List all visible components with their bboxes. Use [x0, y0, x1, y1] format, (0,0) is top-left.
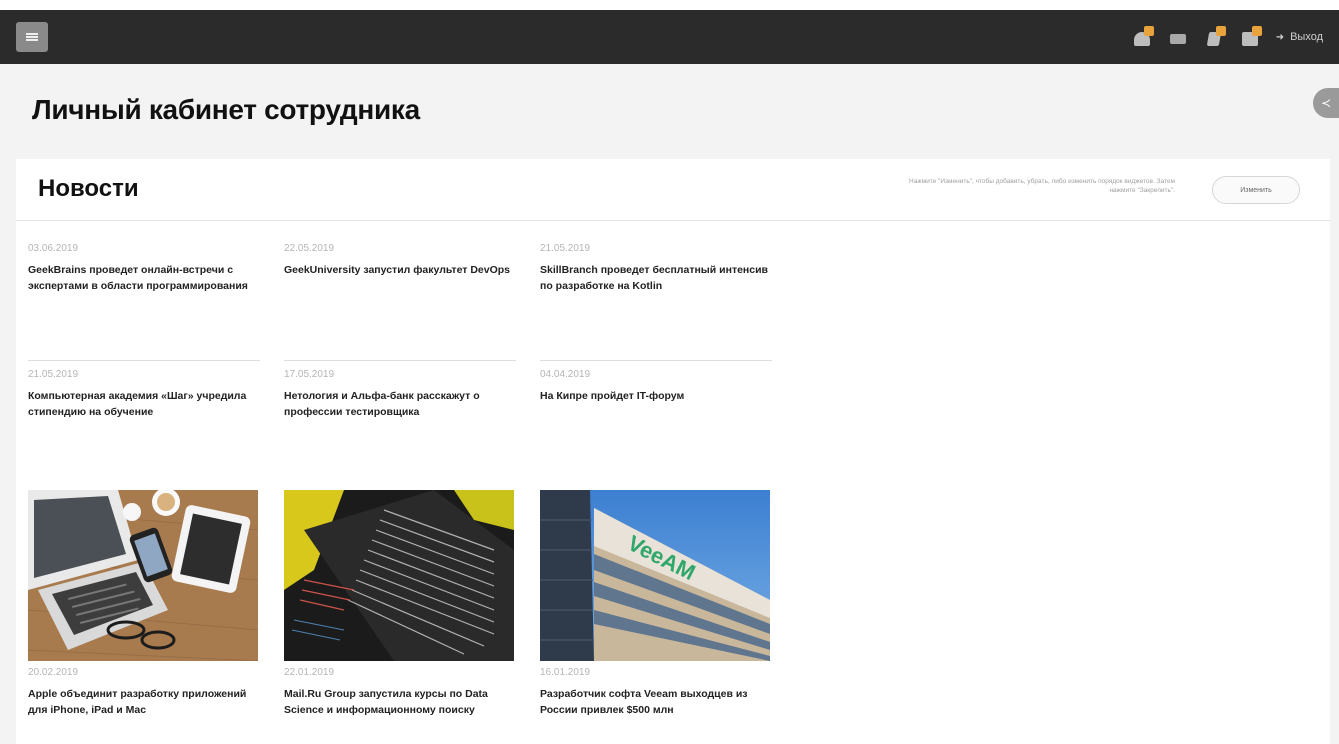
news-divider	[284, 360, 516, 361]
news-item[interactable]: 04.04.2019 На Кипре пройдет IT-форум	[540, 369, 772, 404]
news-item[interactable]: 03.06.2019 GeekBrains проведет онлайн-вс…	[28, 243, 260, 294]
news-item[interactable]: 20.02.2019 Apple объединит разработку пр…	[28, 667, 260, 718]
news-widget-title: Новости	[38, 175, 139, 202]
page-title: Личный кабинет сотрудника	[32, 94, 420, 125]
edit-widgets-button[interactable]: Изменить	[1212, 176, 1300, 204]
logout-link[interactable]: ➜ Выход	[1276, 31, 1323, 43]
news-widget: Новости Нажмите "Изменить", чтобы добави…	[16, 159, 1330, 744]
news-image-code-screen[interactable]	[284, 490, 514, 661]
news-date: 21.05.2019	[540, 243, 591, 254]
news-date: 17.05.2019	[284, 369, 335, 380]
top-navigation-bar: ➜ Выход	[0, 10, 1339, 64]
news-date: 20.02.2019	[28, 667, 79, 678]
news-date: 03.06.2019	[28, 243, 79, 254]
news-item[interactable]: 17.05.2019 Нетология и Альфа-банк расска…	[284, 369, 516, 420]
page-content: Личный кабинет сотрудника ≺ Новости Нажм…	[0, 64, 1339, 744]
news-date: 21.05.2019	[28, 369, 79, 380]
news-date: 22.05.2019	[284, 243, 335, 254]
news-item[interactable]: 22.05.2019 GeekUniversity запустил факул…	[284, 243, 516, 278]
news-widget-header: Новости Нажмите "Изменить", чтобы добави…	[16, 159, 1330, 221]
tasks-icon[interactable]	[1240, 26, 1262, 48]
notifications-bell-icon[interactable]	[1132, 26, 1154, 48]
share-icon: ≺	[1321, 96, 1332, 110]
news-title[interactable]: Разработчик софта Veeam выходцев из Росс…	[540, 686, 772, 718]
edit-hint-text: Нажмите "Изменить", чтобы добавить, убра…	[909, 178, 1175, 194]
news-date: 22.01.2019	[284, 667, 335, 678]
news-item[interactable]: 21.05.2019 SkillBranch проведет бесплатн…	[540, 243, 772, 294]
news-item[interactable]: 22.01.2019 Mail.Ru Group запустила курсы…	[284, 667, 516, 718]
news-title[interactable]: GeekBrains проведет онлайн-встречи с экс…	[28, 262, 260, 294]
news-image-laptop-desk[interactable]	[28, 490, 258, 661]
thumbs-up-icon[interactable]	[1204, 26, 1226, 48]
news-title[interactable]: GeekUniversity запустил факультет DevOps	[284, 262, 516, 278]
news-title[interactable]: Apple объединит разработку приложений дл…	[28, 686, 260, 718]
news-item[interactable]: 21.05.2019 Компьютерная академия «Шаг» у…	[28, 369, 260, 420]
news-title[interactable]: На Кипре пройдет IT-форум	[540, 388, 772, 404]
news-image-veeam-building[interactable]: VeeAM	[540, 490, 770, 661]
news-divider	[28, 360, 260, 361]
news-date: 16.01.2019	[540, 667, 591, 678]
news-divider	[540, 360, 772, 361]
news-item[interactable]: 16.01.2019 Разработчик софта Veeam выход…	[540, 667, 772, 718]
hamburger-icon	[26, 33, 38, 41]
menu-toggle-button[interactable]	[16, 22, 48, 52]
logout-arrow-icon: ➜	[1275, 31, 1285, 43]
mail-icon[interactable]	[1168, 26, 1190, 48]
top-icons-group: ➜ Выход	[1132, 10, 1323, 64]
news-title[interactable]: SkillBranch проведет бесплатный интенсив…	[540, 262, 772, 294]
news-title[interactable]: Mail.Ru Group запустила курсы по Data Sc…	[284, 686, 516, 718]
news-title[interactable]: Компьютерная академия «Шаг» учредила сти…	[28, 388, 260, 420]
news-date: 04.04.2019	[540, 369, 591, 380]
side-panel-toggle[interactable]: ≺	[1313, 88, 1339, 118]
news-title[interactable]: Нетология и Альфа-банк расскажут о профе…	[284, 388, 516, 420]
logout-label: Выход	[1290, 31, 1323, 43]
